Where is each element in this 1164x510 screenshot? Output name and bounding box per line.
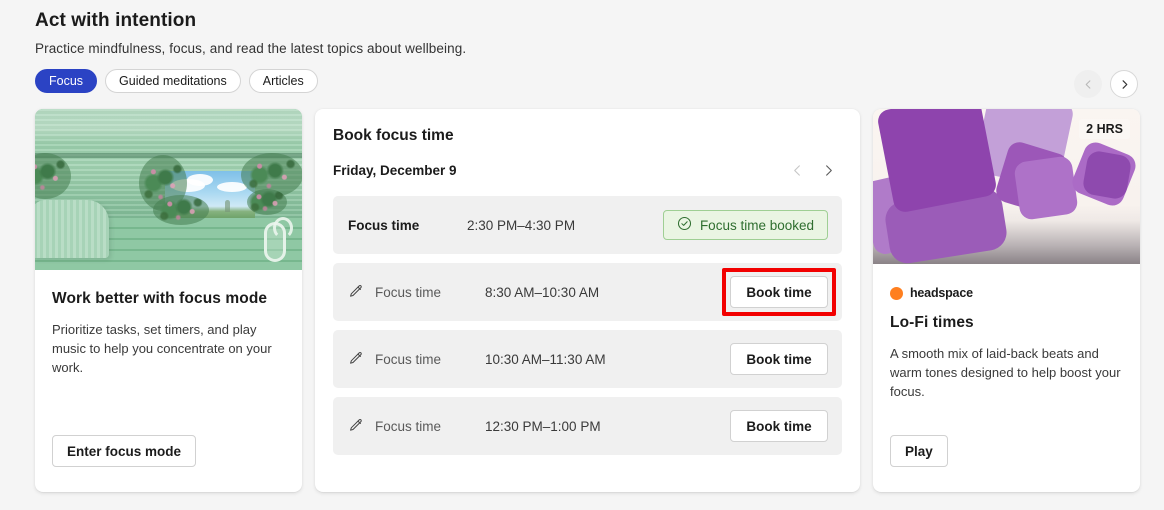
lofi-body: headspace Lo-Fi times A smooth mix of la… (873, 264, 1140, 401)
lofi-illustration: 2 HRS (873, 109, 1140, 264)
carousel-next-button[interactable] (1110, 70, 1138, 98)
pencil-icon (348, 351, 366, 367)
focus-time-slot: Focus time 12:30 PM–1:00 PM Book time (333, 397, 842, 455)
slot-time: 2:30 PM–4:30 PM (467, 217, 576, 233)
lofi-title: Lo-Fi times (890, 314, 974, 331)
carousel-prev-button[interactable] (1074, 70, 1102, 98)
focus-time-slot: Focus time 8:30 AM–10:30 AM Book time (333, 263, 842, 321)
book-time-button[interactable]: Book time (730, 343, 828, 375)
slot-label: Focus time (375, 351, 442, 367)
pencil-icon (348, 284, 366, 300)
date-next-button[interactable] (822, 164, 835, 177)
booked-badge-label: Focus time booked (699, 217, 814, 233)
book-time-button[interactable]: Book time (730, 410, 828, 442)
slot-action: Book time (722, 268, 836, 316)
slot-label: Focus time (348, 217, 420, 233)
wellbeing-page: Act with intention Practice mindfulness,… (0, 0, 1164, 510)
cards-row: Work better with focus mode Prioritize t… (35, 109, 1140, 492)
focus-time-slot-booked: Focus time 2:30 PM–4:30 PM Focus time bo… (333, 196, 842, 254)
focus-mode-action-wrap: Enter focus mode (52, 435, 197, 467)
play-button[interactable]: Play (890, 435, 948, 467)
date-nav-buttons (791, 164, 835, 177)
cloud-shape (187, 174, 213, 186)
tab-focus[interactable]: Focus (35, 69, 98, 93)
headspace-orange-dot-icon (890, 286, 903, 300)
focus-mode-title: Work better with focus mode (52, 290, 268, 307)
focus-time-booked-badge: Focus time booked (662, 210, 828, 240)
carousel-navigation (1074, 70, 1138, 98)
brand-row: headspace (890, 286, 1123, 300)
slot-time: 8:30 AM–10:30 AM (485, 284, 600, 300)
page-title: Act with intention (35, 10, 197, 31)
chevron-right-icon (822, 165, 835, 180)
chevron-left-icon (791, 165, 804, 180)
slot-label: Focus time (375, 418, 442, 434)
slot-action: Focus time booked (662, 210, 828, 240)
illustration-vase (264, 217, 293, 262)
book-focus-time-body: Book focus time Friday, December 9 Focus… (315, 109, 860, 455)
foliage-shape (247, 189, 287, 215)
focus-mode-description: Prioritize tasks, set timers, and play m… (52, 322, 272, 375)
chevron-left-icon (1083, 79, 1094, 90)
category-tabs: Focus Guided meditations Articles (35, 69, 466, 93)
distant-building-shape (225, 200, 230, 212)
date-navigation-row: Friday, December 9 (333, 163, 842, 178)
focus-time-slot: Focus time 10:30 AM–11:30 AM Book time (333, 330, 842, 388)
card-book-focus-time: Book focus time Friday, December 9 Focus… (315, 109, 860, 492)
tab-guided-meditations[interactable]: Guided meditations (105, 69, 241, 93)
chevron-right-icon (1119, 79, 1130, 90)
focus-mode-illustration (35, 109, 302, 270)
card-focus-mode[interactable]: Work better with focus mode Prioritize t… (35, 109, 302, 492)
page-header: Act with intention Practice mindfulness,… (35, 10, 466, 93)
purple-square-shape (1013, 155, 1079, 221)
book-time-button[interactable]: Book time (730, 276, 828, 308)
slot-time: 10:30 AM–11:30 AM (485, 351, 606, 367)
enter-focus-mode-button[interactable]: Enter focus mode (52, 435, 197, 467)
focus-time-slot-list: Focus time 2:30 PM–4:30 PM Focus time bo… (333, 196, 842, 455)
duration-badge: 2 HRS (1079, 119, 1130, 139)
slot-label: Focus time (375, 284, 442, 300)
slot-action: Book time (730, 410, 828, 442)
brand-name: headspace (910, 286, 973, 300)
foliage-shape (153, 195, 209, 225)
illustration-sofa (35, 200, 109, 258)
current-date-label: Friday, December 9 (333, 163, 457, 178)
slot-action: Book time (730, 343, 828, 375)
card-lofi-times[interactable]: 2 HRS headspace Lo-Fi times A smooth mix… (873, 109, 1140, 492)
tab-articles[interactable]: Articles (248, 69, 318, 93)
checkmark-circle-icon (677, 216, 692, 234)
lofi-action-wrap: Play (890, 435, 948, 467)
pencil-icon (348, 418, 366, 434)
date-prev-button[interactable] (791, 164, 804, 177)
page-subtitle: Practice mindfulness, focus, and read th… (35, 41, 467, 56)
lofi-description: A smooth mix of laid-back beats and warm… (890, 346, 1121, 399)
highlight-annotation: Book time (722, 268, 836, 316)
purple-square-shape (1081, 149, 1133, 201)
focus-mode-body: Work better with focus mode Prioritize t… (35, 270, 302, 377)
slot-time: 12:30 PM–1:00 PM (485, 418, 601, 434)
book-focus-time-title: Book focus time (333, 127, 454, 144)
